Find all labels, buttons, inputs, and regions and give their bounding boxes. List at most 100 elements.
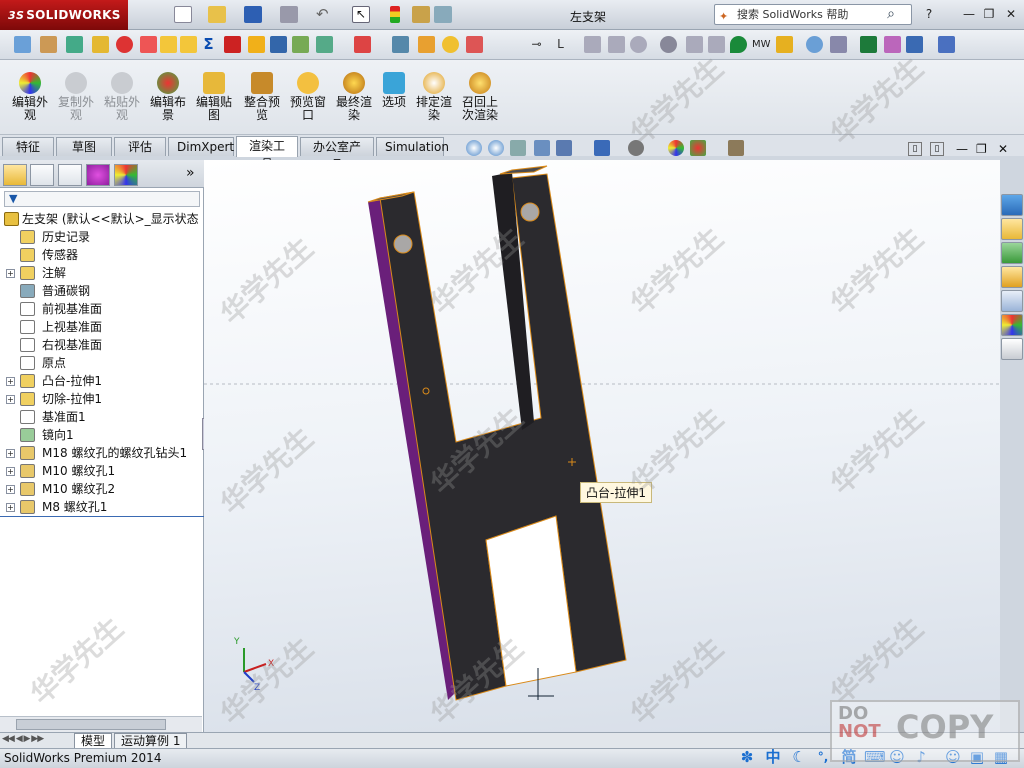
half-width-moon-icon[interactable]: ☾ bbox=[790, 748, 808, 766]
table-icon[interactable] bbox=[884, 36, 901, 53]
tree-item[interactable]: + M10 螺纹孔1 bbox=[0, 462, 204, 480]
options-button[interactable]: 选项 bbox=[372, 72, 416, 130]
expand-toggle-icon[interactable]: + bbox=[6, 395, 15, 404]
undo-icon[interactable]: ↶ bbox=[316, 6, 334, 23]
custom-properties-icon[interactable] bbox=[1001, 338, 1023, 360]
gear-icon[interactable] bbox=[660, 36, 677, 53]
edit-decal-button[interactable]: 编辑贴图 bbox=[192, 72, 236, 130]
tab-scroll-arrows-icon[interactable]: ◀◀ ◀ ▶ ▶▶ bbox=[2, 734, 44, 744]
tree-item[interactable]: 基准面1 bbox=[0, 408, 204, 426]
tree-item[interactable]: 普通碳钢 bbox=[0, 282, 204, 300]
scrollbar-thumb[interactable] bbox=[16, 719, 166, 730]
integrated-preview-button[interactable]: 整合预览 bbox=[240, 72, 284, 130]
deviation-icon[interactable] bbox=[270, 36, 287, 53]
view-orientation-icon[interactable] bbox=[556, 140, 572, 156]
check-x-icon[interactable] bbox=[224, 36, 241, 53]
search-icon[interactable]: ⌕ bbox=[887, 5, 895, 24]
tree-item[interactable]: + M8 螺纹孔1 bbox=[0, 498, 204, 516]
report-icon[interactable] bbox=[938, 36, 955, 53]
mw-icon[interactable]: MW bbox=[752, 36, 771, 53]
folder-icon[interactable] bbox=[1001, 266, 1023, 288]
dimxpert-manager-tab-icon[interactable] bbox=[86, 164, 110, 186]
ime-language[interactable]: 中 bbox=[764, 748, 782, 766]
dimension-icon[interactable] bbox=[66, 36, 83, 53]
tab-features[interactable]: 特征 bbox=[2, 137, 54, 156]
close-button[interactable]: ✕ bbox=[1002, 5, 1020, 23]
recall-last-render-button[interactable]: 召回上次渲染 bbox=[458, 72, 502, 130]
zoom-to-area-icon[interactable] bbox=[488, 140, 504, 156]
tree-item[interactable]: + M18 螺纹孔的螺纹孔钻头1 bbox=[0, 444, 204, 462]
import-icon[interactable] bbox=[354, 36, 371, 53]
file-properties-icon[interactable] bbox=[412, 6, 430, 23]
part-model[interactable]: Y X Z bbox=[204, 160, 1000, 732]
analysis-icon[interactable] bbox=[316, 36, 333, 53]
design-library-icon[interactable] bbox=[1001, 218, 1023, 240]
edit-scene-button[interactable]: 编辑布景 bbox=[146, 72, 190, 130]
tab-motion-study[interactable]: 运动算例 1 bbox=[114, 733, 188, 749]
feature-tree-tab-icon[interactable] bbox=[3, 164, 27, 186]
rollback-bar[interactable] bbox=[0, 516, 204, 517]
tile-icon[interactable]: ▯ bbox=[930, 142, 944, 156]
expand-toggle-icon[interactable]: + bbox=[6, 467, 15, 476]
binoculars-icon[interactable] bbox=[830, 36, 847, 53]
select-cursor-icon[interactable]: ↖ bbox=[352, 6, 370, 23]
expand-toggle-icon[interactable]: + bbox=[6, 449, 15, 458]
help-search-input[interactable]: ✦ 搜索 SolidWorks 帮助 ⌕ bbox=[714, 4, 912, 25]
restore-icon[interactable]: ❐ bbox=[976, 142, 987, 156]
minimize-icon[interactable]: — bbox=[956, 142, 968, 156]
tab-dimxpert[interactable]: DimXpert bbox=[168, 137, 234, 156]
tree-item[interactable]: + M10 螺纹孔2 bbox=[0, 480, 204, 498]
expand-toggle-icon[interactable]: + bbox=[6, 269, 15, 278]
excel-icon[interactable] bbox=[860, 36, 877, 53]
final-render-button[interactable]: 最终渲染 bbox=[332, 72, 376, 130]
plus-cross-icon[interactable] bbox=[776, 36, 793, 53]
tree-item[interactable]: 右视基准面 bbox=[0, 336, 204, 354]
tree-item[interactable]: 历史记录 bbox=[0, 228, 204, 246]
zebra-icon[interactable] bbox=[292, 36, 309, 53]
tree-item[interactable]: 传感器 bbox=[0, 246, 204, 264]
configuration-manager-tab-icon[interactable] bbox=[58, 164, 82, 186]
line-icon[interactable]: L bbox=[552, 36, 569, 53]
expand-panel-icon[interactable]: » bbox=[186, 165, 195, 181]
check-circle-icon[interactable] bbox=[442, 36, 459, 53]
property-manager-tab-icon[interactable] bbox=[30, 164, 54, 186]
restore-button[interactable]: ❐ bbox=[980, 5, 998, 23]
arrow-tools-icon[interactable] bbox=[392, 36, 409, 53]
tree-item[interactable]: 前视基准面 bbox=[0, 300, 204, 318]
tree-filter[interactable]: ▼ bbox=[4, 191, 200, 207]
close-icon[interactable]: ✕ bbox=[998, 142, 1008, 156]
key-icon[interactable]: ⊸ bbox=[528, 36, 545, 53]
paw-icon[interactable]: ✽ bbox=[738, 748, 756, 766]
tree-item[interactable]: + 注解 bbox=[0, 264, 204, 282]
tab-evaluate[interactable]: 评估 bbox=[114, 137, 166, 156]
horizontal-scrollbar[interactable] bbox=[0, 716, 202, 732]
checkbox-icon[interactable] bbox=[160, 36, 177, 53]
solidworks-logo[interactable]: 3S SOLIDWORKS bbox=[0, 0, 128, 30]
smart-mate-icon[interactable] bbox=[92, 36, 109, 53]
tree-item[interactable]: 镜向1 bbox=[0, 426, 204, 444]
graphics-area[interactable]: Y X Z 凸台-拉伸1 bbox=[204, 160, 1000, 732]
gauge-icon[interactable] bbox=[116, 36, 133, 53]
display-style-icon[interactable] bbox=[594, 140, 610, 156]
location-pin-icon[interactable] bbox=[730, 36, 747, 53]
sigma-icon[interactable]: Σ bbox=[200, 36, 217, 53]
view-palette-icon[interactable] bbox=[1001, 290, 1023, 312]
appearances-scenes-icon[interactable] bbox=[1001, 314, 1023, 336]
tab-office-products[interactable]: 办公室产品 bbox=[300, 137, 374, 172]
options-icon[interactable] bbox=[434, 6, 452, 23]
tab-render-tools[interactable]: 渲染工具 bbox=[236, 136, 298, 171]
help-icon[interactable]: ? bbox=[920, 5, 938, 23]
tree-item[interactable]: + 凸台-拉伸1 bbox=[0, 372, 204, 390]
solidworks-resources-icon[interactable] bbox=[1001, 194, 1023, 216]
color-icon[interactable] bbox=[466, 36, 483, 53]
tree-item[interactable]: 原点 bbox=[0, 354, 204, 372]
stop-icon[interactable] bbox=[140, 36, 157, 53]
warning-icon[interactable] bbox=[248, 36, 265, 53]
schedule-render-button[interactable]: 排定渲染 bbox=[412, 72, 456, 130]
spell-check-icon[interactable] bbox=[14, 36, 31, 53]
zoom-to-fit-icon[interactable] bbox=[466, 140, 482, 156]
tile-icon[interactable]: ▯ bbox=[908, 142, 922, 156]
tab-sketch[interactable]: 草图 bbox=[56, 137, 112, 156]
sketch-tools-icon[interactable] bbox=[40, 36, 57, 53]
previous-view-icon[interactable] bbox=[510, 140, 526, 156]
